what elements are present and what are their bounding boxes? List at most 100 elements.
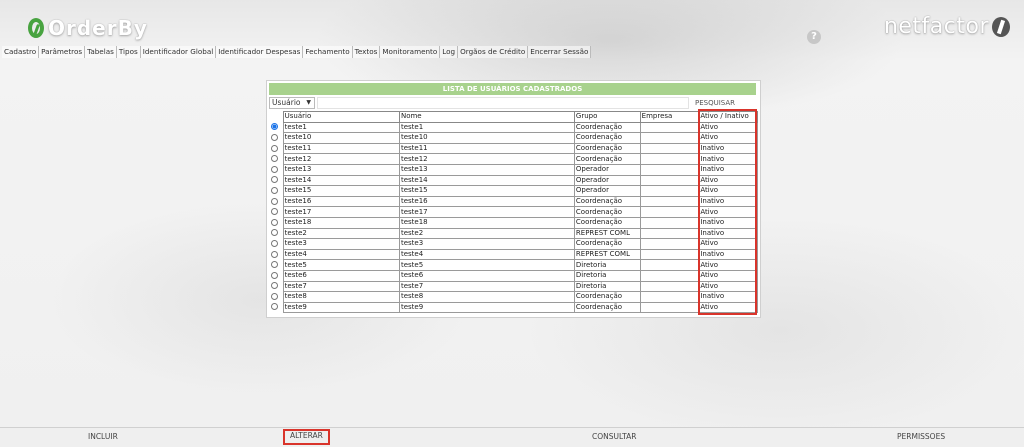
table-row[interactable]: teste4 teste4 REPREST COML Inativo (269, 248, 758, 261)
cell-empresa (639, 301, 700, 314)
menu-item-orgaos-de-credito[interactable]: Orgãos de Crédito (458, 46, 529, 58)
row-select-cell (269, 122, 283, 133)
menu-item-identificador-global[interactable]: Identificador Global (140, 46, 217, 58)
menu-item-log[interactable]: Log (440, 46, 459, 58)
cell-grupo: Diretoria (573, 280, 641, 293)
cell-status: Ativo (698, 185, 758, 197)
alterar-button[interactable]: ALTERAR (283, 429, 330, 445)
menu-item-tabelas[interactable]: Tabelas (85, 46, 117, 58)
cell-usuario: teste17 (282, 206, 400, 218)
menu-item-cadastro[interactable]: Cadastro (2, 46, 40, 58)
table-row[interactable]: teste6 teste6 Diretoria Ativo (269, 269, 758, 282)
row-select-radio[interactable] (271, 176, 278, 184)
search-input[interactable] (317, 97, 689, 109)
cell-usuario: teste6 (282, 269, 400, 282)
row-select-radio[interactable] (271, 186, 278, 194)
row-select-radio[interactable] (271, 208, 278, 216)
row-select-radio[interactable] (271, 239, 278, 247)
row-select-radio[interactable] (271, 155, 278, 163)
row-select-radio[interactable] (271, 218, 278, 226)
cell-status: Ativo (698, 259, 758, 271)
orderby-logo-mark-icon (28, 18, 44, 38)
row-select-radio[interactable] (271, 229, 278, 237)
table-row[interactable]: teste5 teste5 Diretoria Ativo (269, 259, 758, 271)
table-row[interactable]: teste13 teste13 Operador Inativo (269, 163, 758, 176)
cell-nome: teste4 (398, 248, 575, 261)
row-select-radio[interactable] (271, 133, 278, 141)
cell-nome: teste12 (398, 153, 575, 165)
cell-grupo: Diretoria (573, 269, 641, 282)
cell-empresa (639, 121, 700, 134)
cell-empresa (639, 163, 700, 176)
table-row[interactable]: teste7 teste7 Diretoria Ativo (269, 280, 758, 293)
cell-empresa (639, 174, 700, 187)
cell-empresa (639, 227, 700, 240)
incluir-button[interactable]: INCLUIR (88, 431, 118, 443)
table-row[interactable]: teste11 teste11 Coordenação Inativo (269, 142, 758, 155)
cell-empresa (639, 280, 700, 293)
cell-grupo: Coordenação (573, 121, 641, 134)
table-row[interactable]: teste9 teste9 Coordenação Ativo (269, 301, 758, 314)
column-header-grupo: Grupo (573, 111, 641, 123)
search-button[interactable]: PESQUISAR (695, 97, 745, 109)
cell-empresa (639, 153, 700, 165)
table-row[interactable]: teste16 teste16 Coordenação Inativo (269, 195, 758, 208)
row-select-cell (269, 249, 283, 260)
consultar-button[interactable]: CONSULTAR (592, 431, 637, 443)
row-select-cell (269, 270, 283, 281)
row-select-radio[interactable] (271, 197, 278, 205)
row-select-radio[interactable] (271, 292, 278, 300)
table-row[interactable]: teste18 teste18 Coordenação Inativo (269, 216, 758, 229)
cell-empresa (639, 291, 700, 303)
cell-nome: teste1 (398, 121, 575, 134)
cell-status: Ativo (698, 206, 758, 218)
row-select-cell (269, 164, 283, 175)
cell-status: Ativo (698, 132, 758, 144)
row-select-radio[interactable] (271, 250, 278, 258)
netfactor-logo-mark-icon (992, 16, 1010, 37)
cell-status: Ativo (698, 301, 758, 314)
row-select-radio[interactable] (271, 261, 278, 269)
table-row[interactable]: teste8 teste8 Coordenação Inativo (269, 291, 758, 303)
cell-usuario: teste11 (282, 142, 400, 155)
table-row[interactable]: teste2 teste2 REPREST COML Inativo (269, 227, 758, 240)
row-select-radio[interactable] (271, 282, 278, 290)
table-row[interactable]: teste10 teste10 Coordenação Ativo (269, 132, 758, 144)
menu-item-identificador-despesas[interactable]: Identificador Despesas (216, 46, 304, 58)
menu-item-encerrar-sessao[interactable]: Encerrar Sessão (528, 46, 592, 58)
table-row[interactable]: teste17 teste17 Coordenação Ativo (269, 206, 758, 218)
cell-status: Inativo (698, 163, 758, 176)
column-header-usuario: Usuário (282, 111, 400, 123)
cell-grupo: Diretoria (573, 259, 641, 271)
table-row[interactable]: teste3 teste3 Coordenação Ativo (269, 238, 758, 250)
menu-item-tipos[interactable]: Tipos (116, 46, 141, 58)
menu-item-fechamento[interactable]: Fechamento (303, 46, 353, 58)
cell-grupo: Coordenação (573, 153, 641, 165)
row-select-radio[interactable] (271, 271, 278, 279)
search-field-select[interactable]: Usuário ▼ (269, 97, 315, 109)
cell-nome: teste7 (398, 280, 575, 293)
table-row[interactable]: teste12 teste12 Coordenação Inativo (269, 153, 758, 165)
row-select-radio[interactable] (271, 165, 278, 173)
row-select-cell (269, 281, 283, 292)
column-header-empresa: Empresa (639, 111, 700, 123)
cell-status: Ativo (698, 269, 758, 282)
table-row[interactable]: teste1 teste1 Coordenação Ativo (269, 121, 758, 134)
table-row[interactable]: teste14 teste14 Operador Ativo (269, 174, 758, 187)
help-icon[interactable]: ? (807, 30, 821, 44)
row-select-radio[interactable] (271, 123, 278, 131)
cell-grupo: Operador (573, 163, 641, 176)
row-select-radio[interactable] (271, 303, 278, 311)
row-select-cell (269, 292, 283, 303)
menu-item-monitoramento[interactable]: Monitoramento (380, 46, 441, 58)
cell-status: Inativo (698, 195, 758, 208)
menu-item-parametros[interactable]: Parâmetros (39, 46, 86, 58)
menu-item-textos[interactable]: Textos (352, 46, 381, 58)
permissoes-button[interactable]: PERMISSOES (897, 431, 945, 443)
cell-usuario: teste1 (282, 121, 400, 134)
row-select-radio[interactable] (271, 144, 278, 152)
table-row[interactable]: teste15 teste15 Operador Ativo (269, 185, 758, 197)
cell-nome: teste9 (398, 301, 575, 314)
cell-usuario: teste13 (282, 163, 400, 176)
cell-usuario: teste4 (282, 248, 400, 261)
